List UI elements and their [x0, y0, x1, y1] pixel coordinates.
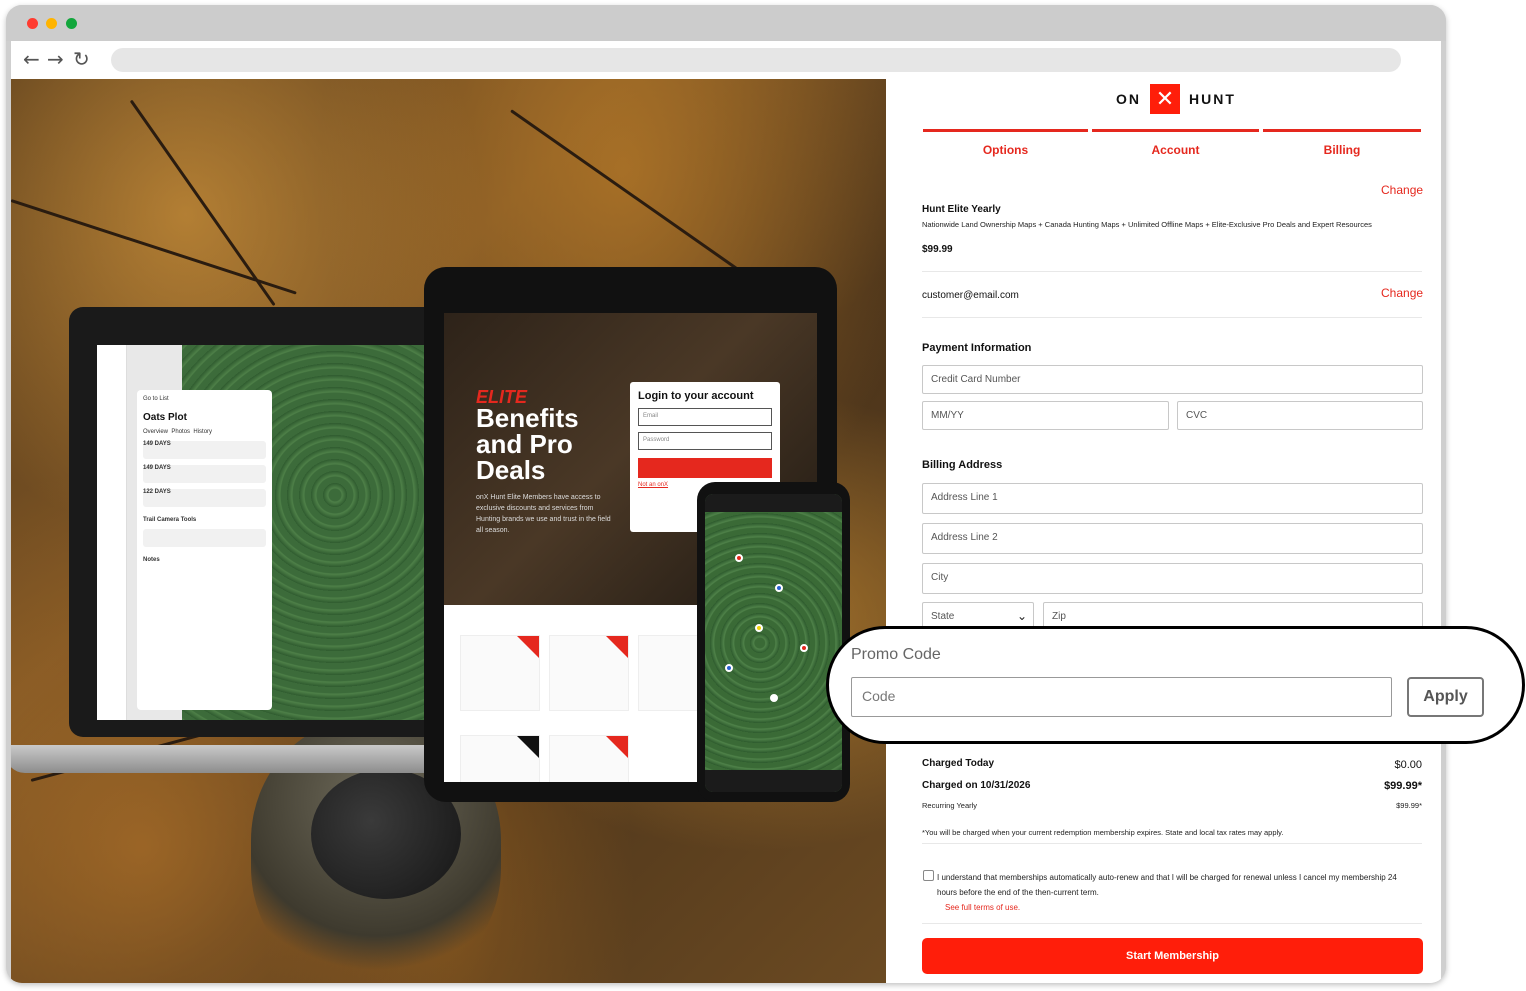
hero-image: Go to List Oats Plot Overview Photos His…	[11, 79, 886, 983]
detail-row: 149 DAYS	[143, 465, 266, 483]
cvc-input[interactable]: CVC	[1177, 401, 1423, 430]
chevron-down-icon: ⌄	[1016, 609, 1027, 623]
divider	[922, 923, 1422, 924]
phone-top-bar	[705, 494, 842, 512]
onx-hunt-logo: ON ✕ HUNT	[1116, 83, 1236, 115]
change-plan-link[interactable]: Change	[1381, 183, 1423, 197]
divider	[922, 317, 1422, 318]
tab-overview: Overview	[143, 429, 169, 435]
deal-card	[549, 635, 629, 711]
forward-arrow-icon[interactable]: →	[47, 49, 64, 69]
map-pin-icon	[770, 694, 778, 702]
plan-price: $99.99	[922, 244, 953, 255]
deal-card	[460, 635, 540, 711]
phone-tab-bar	[705, 770, 842, 792]
billing-heading: Billing Address	[922, 459, 1003, 471]
recurring-value: $99.99*	[1396, 801, 1422, 810]
promo-code-callout: Promo Code Code Apply	[826, 626, 1525, 744]
card-number-input[interactable]: Credit Card Number	[922, 365, 1423, 394]
login-title: Login to your account	[638, 390, 754, 402]
promo-code-input[interactable]: Code	[851, 677, 1392, 717]
auto-renew-checkbox[interactable]	[923, 870, 934, 881]
payment-heading: Payment Information	[922, 342, 1032, 354]
tablet-body-text: onX Hunt Elite Members have access to ex…	[476, 494, 611, 534]
tab-history: History	[193, 429, 213, 435]
go-to-list-link: Go to List	[143, 396, 169, 402]
tablet-password-field: Password	[638, 432, 772, 450]
map-pin-icon	[800, 644, 808, 652]
checkout-form: ON ✕ HUNT Options Account Billing Change…	[886, 79, 1441, 983]
tablet-headline: Benefits and Pro Deals	[476, 403, 579, 485]
logo-hunt-text: HUNT	[1189, 91, 1236, 107]
notes-label: Notes	[143, 557, 160, 563]
step-options[interactable]: Options	[923, 129, 1088, 169]
logo-on-text: ON	[1116, 91, 1141, 107]
map-pin-icon	[775, 584, 783, 592]
auto-renew-consent-text: I understand that memberships automatica…	[937, 873, 1397, 897]
recurring-label: Recurring Yearly	[922, 801, 978, 810]
laptop-device: Go to List Oats Plot Overview Photos His…	[69, 307, 464, 737]
phone-device	[697, 482, 850, 802]
detail-row: 122 DAYS	[143, 489, 266, 507]
plan-description: Nationwide Land Ownership Maps + Canada …	[922, 220, 1372, 229]
account-email: customer@email.com	[922, 290, 1019, 301]
step-account[interactable]: Account	[1092, 129, 1259, 169]
browser-titlebar	[6, 5, 1446, 41]
laptop-base	[11, 745, 445, 773]
browser-navbar: ← → ↻	[11, 41, 1441, 79]
tablet-email-field: Email	[638, 408, 772, 426]
divider	[922, 843, 1422, 844]
tree-branch	[129, 99, 276, 307]
laptop-detail-panel: Go to List Oats Plot Overview Photos His…	[137, 390, 272, 710]
change-account-link[interactable]: Change	[1381, 286, 1423, 300]
charged-on-label: Charged on 10/31/2026	[922, 780, 1031, 791]
page-viewport: Go to List Oats Plot Overview Photos His…	[11, 79, 1441, 983]
map-pin-icon	[725, 664, 733, 672]
tab-photos: Photos	[171, 429, 191, 435]
city-input[interactable]: City	[922, 563, 1423, 594]
promo-code-title: Promo Code	[851, 646, 941, 663]
charge-note: *You will be charged when your current r…	[922, 828, 1284, 837]
minimize-window-button[interactable]	[46, 18, 57, 29]
detail-row	[143, 529, 266, 547]
deal-card	[460, 735, 540, 782]
charged-today-value: $0.00	[1394, 759, 1422, 771]
map-pin-icon	[735, 554, 743, 562]
address-bar[interactable]	[111, 48, 1401, 72]
address-line-2-input[interactable]: Address Line 2	[922, 523, 1423, 554]
reload-icon[interactable]: ↻	[73, 49, 90, 69]
close-window-button[interactable]	[27, 18, 38, 29]
laptop-screen: Go to List Oats Plot Overview Photos His…	[97, 345, 437, 720]
state-value: State	[931, 611, 955, 622]
maximize-window-button[interactable]	[66, 18, 77, 29]
apply-promo-button[interactable]: Apply	[1407, 677, 1484, 717]
tablet-login-button	[638, 458, 772, 478]
tree-branch	[11, 199, 297, 295]
tree-branch	[510, 109, 758, 284]
charged-today-label: Charged Today	[922, 758, 995, 769]
tablet-top-bar	[444, 287, 817, 313]
deal-card	[549, 735, 629, 782]
map-pin-icon	[755, 624, 763, 632]
start-membership-button[interactable]: Start Membership	[922, 938, 1423, 974]
expiry-input[interactable]: MM/YY	[922, 401, 1169, 430]
divider	[922, 271, 1422, 272]
laptop-app-sidebar	[97, 345, 127, 720]
plan-title: Hunt Elite Yearly	[922, 204, 1001, 215]
trail-camera-tools-label: Trail Camera Tools	[143, 517, 197, 523]
address-line-1-input[interactable]: Address Line 1	[922, 483, 1423, 514]
detail-row: 149 DAYS	[143, 441, 266, 459]
terms-of-use-link[interactable]: See full terms of use.	[945, 903, 1020, 912]
checkout-steps: Options Account Billing	[923, 129, 1423, 169]
browser-window: ← → ↻ Go to List Oats Plot Overview Phot…	[6, 5, 1446, 983]
charged-on-value: $99.99*	[1384, 780, 1422, 792]
back-arrow-icon[interactable]: ←	[23, 49, 40, 69]
plot-title: Oats Plot	[143, 412, 187, 423]
step-billing[interactable]: Billing	[1263, 129, 1421, 169]
phone-screen	[705, 494, 842, 792]
logo-x-icon: ✕	[1150, 84, 1180, 114]
